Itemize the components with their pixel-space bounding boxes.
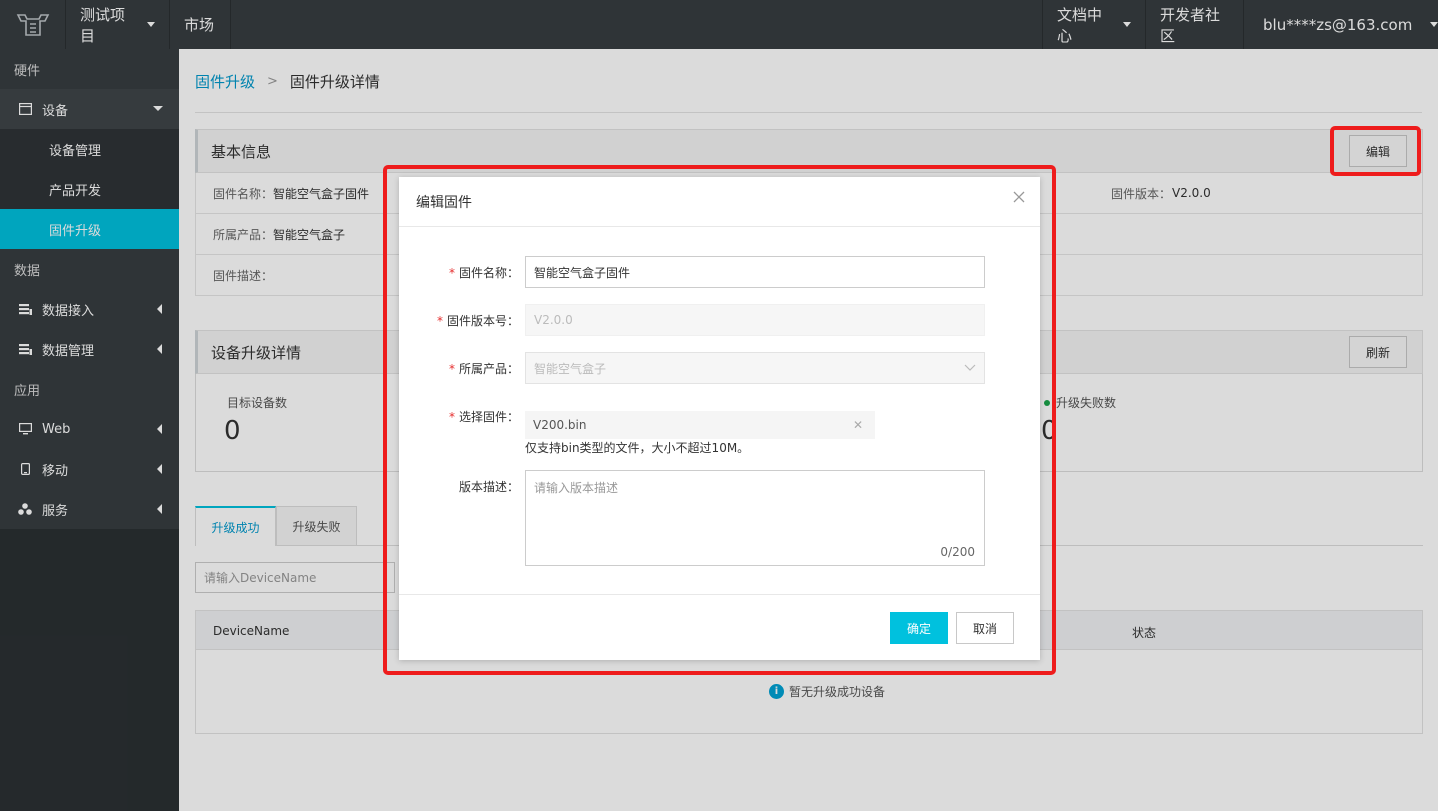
file-hint: 仅支持bin类型的文件，大小不超过10M。 [525,441,750,455]
product-field-label-text: 所属产品： [458,362,519,376]
chevron-down-icon [964,364,976,371]
dialog-title: 编辑固件 [416,194,472,211]
firmware-version-field: V2.0.0 [525,304,985,336]
name-field-label-text: 固件名称： [458,266,519,280]
selected-file-name: V200.bin [533,418,587,432]
char-count: 0/200 [940,545,975,559]
cancel-button[interactable]: 取消 [956,612,1014,644]
file-field-label-text: 选择固件： [458,410,519,424]
required-mark: * [448,266,455,280]
confirm-button[interactable]: 确定 [890,612,948,644]
product-field-label: * 所属产品： [399,360,519,377]
dialog-footer: 确定 取消 [399,594,1040,660]
version-desc-textarea[interactable]: 请输入版本描述 0/200 [525,470,985,566]
remove-file-icon[interactable]: ✕ [853,418,863,432]
required-mark: * [436,314,443,328]
dialog-header: 编辑固件 [399,177,1040,227]
product-select-value: 智能空气盒子 [534,361,607,376]
edit-firmware-dialog: 编辑固件 * 固件名称： 智能空气盒子固件 * 固件版本号： V2.0.0 * 所属产… [399,177,1040,660]
close-icon[interactable] [1012,190,1026,204]
name-field-label: * 固件名称： [399,264,519,281]
desc-field-label: 版本描述： [399,478,519,495]
desc-field-label-text: 版本描述： [458,480,519,494]
required-mark: * [448,362,455,376]
version-field-label-text: 固件版本号： [446,314,519,328]
required-mark: * [448,410,455,424]
version-field-label: * 固件版本号： [399,312,519,329]
firmware-name-field[interactable]: 智能空气盒子固件 [525,256,985,288]
version-desc-placeholder: 请输入版本描述 [534,481,619,495]
highlight-edit-button [1330,126,1421,176]
product-select: 智能空气盒子 [525,352,985,384]
file-field-label: * 选择固件： [399,408,519,425]
selected-file[interactable]: V200.bin ✕ [525,411,875,439]
